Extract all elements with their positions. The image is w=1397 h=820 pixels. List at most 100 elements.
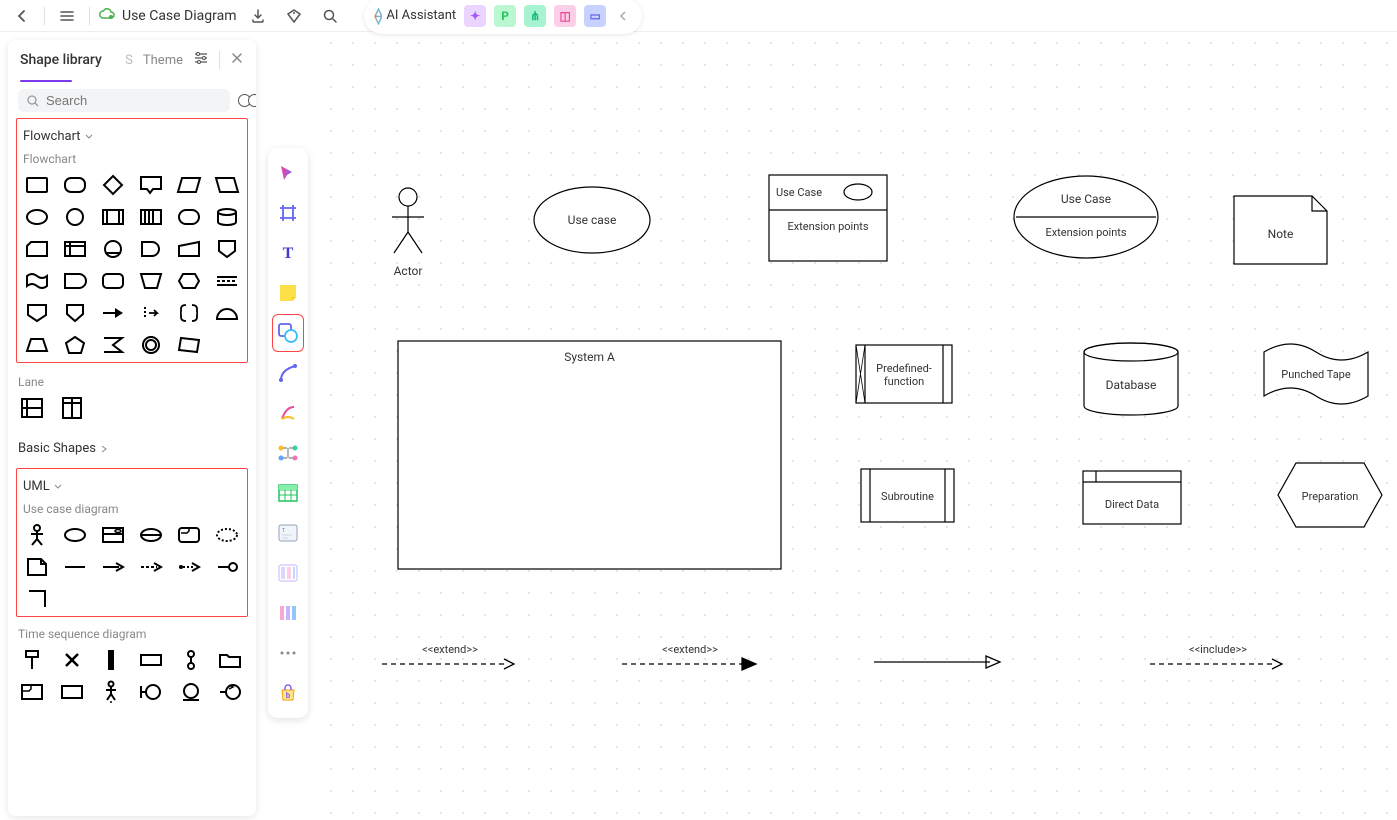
shape-lane-v[interactable] [56, 395, 88, 421]
shape-double-circle[interactable] [135, 332, 167, 358]
shape-tsd-destroy[interactable] [56, 647, 88, 673]
ai-chip-share[interactable]: ⋔ [524, 5, 546, 27]
tool-table[interactable] [272, 474, 304, 512]
search-button[interactable] [316, 2, 344, 30]
shape-alt-process[interactable] [97, 268, 129, 294]
menu-button[interactable] [53, 2, 81, 30]
shape-tsd-rect[interactable] [135, 647, 167, 673]
settings-icon[interactable] [193, 50, 209, 70]
back-button[interactable] [8, 2, 36, 30]
shape-predef[interactable] [97, 204, 129, 230]
canvas-note[interactable]: Note [1233, 195, 1328, 268]
tab-theme[interactable]: Theme [143, 53, 183, 68]
shape-parallelogram-alt[interactable] [211, 172, 243, 198]
shape-lines[interactable] [211, 268, 243, 294]
shape-rounded-rect[interactable] [59, 172, 91, 198]
shape-uml-ucbox[interactable] [97, 522, 129, 548]
tool-frame[interactable] [272, 194, 304, 232]
canvas-ucbox[interactable]: Use Case Extension points [768, 174, 888, 265]
shape-tsd-boundary[interactable] [135, 679, 167, 705]
shape-semi[interactable] [211, 300, 243, 326]
tag-button[interactable] [280, 2, 308, 30]
tab-shortcut[interactable]: S [125, 53, 133, 68]
shape-uml-depend[interactable] [135, 554, 167, 580]
tool-columns[interactable] [272, 594, 304, 632]
canvas-system-a[interactable]: System A [397, 340, 782, 573]
shape-uml-assoc-arrow[interactable] [97, 554, 129, 580]
ai-chip-chat[interactable]: ▭ [584, 5, 606, 27]
shape-uml-interface[interactable] [211, 554, 243, 580]
shape-uml-actor[interactable] [21, 522, 53, 548]
canvas-actor[interactable]: Actor [388, 187, 428, 278]
shape-shield[interactable] [59, 300, 91, 326]
ai-assistant-label[interactable]: ⟠ AI Assistant [374, 6, 456, 25]
tool-sections[interactable] [272, 554, 304, 592]
shape-offpage[interactable] [211, 236, 243, 262]
shape-bracket[interactable] [173, 300, 205, 326]
shape-tsd-rect2[interactable] [56, 679, 88, 705]
shape-tsd-frame[interactable] [16, 679, 48, 705]
shape-uml-corner[interactable] [21, 586, 53, 612]
shape-tsd-control[interactable] [214, 679, 246, 705]
shape-tsd-actor[interactable] [95, 679, 127, 705]
shape-tape[interactable] [21, 268, 53, 294]
tool-pointer[interactable] [272, 154, 304, 192]
close-panel-icon[interactable] [230, 51, 244, 69]
canvas-ucell[interactable]: Use Case Extension points [1012, 174, 1160, 263]
shape-ellipse[interactable] [21, 204, 53, 230]
canvas-extend2[interactable]: <<extend>> [620, 643, 760, 675]
shape-manual-op[interactable] [135, 268, 167, 294]
shape-delay[interactable] [59, 268, 91, 294]
canvas-assoc-arrow[interactable] [872, 654, 1002, 673]
shape-internal[interactable] [59, 236, 91, 262]
shape-uml-frame[interactable] [173, 522, 205, 548]
canvas-predef[interactable]: Predefined-function [855, 344, 953, 407]
shape-cylinder[interactable] [211, 204, 243, 230]
section-flowchart-title[interactable]: Flowchart [21, 123, 243, 150]
ai-chip-p[interactable]: P [494, 5, 516, 27]
shape-parallelogram[interactable] [173, 172, 205, 198]
search-box[interactable] [18, 89, 230, 112]
doc-title[interactable]: Use Case Diagram [122, 8, 236, 24]
canvas-punched[interactable]: Punched Tape [1262, 340, 1370, 411]
shape-tsd-lifeline[interactable] [16, 647, 48, 673]
shape-skew-rect[interactable] [173, 332, 205, 358]
shape-trapezoid[interactable] [21, 332, 53, 358]
shape-uml-assoc[interactable] [59, 554, 91, 580]
section-basic-title[interactable]: Basic Shapes [16, 435, 248, 462]
shape-tsd-entity[interactable] [175, 679, 207, 705]
shape-dshape[interactable] [135, 236, 167, 262]
shape-pentagon[interactable] [59, 332, 91, 358]
shape-hexagon[interactable] [173, 268, 205, 294]
shape-uml-note[interactable] [21, 554, 53, 580]
shape-arrow-right[interactable] [97, 300, 129, 326]
shape-uml-usecase[interactable] [59, 522, 91, 548]
shape-circle[interactable] [59, 204, 91, 230]
shape-stored[interactable] [135, 204, 167, 230]
shape-tsd-found[interactable] [175, 647, 207, 673]
tool-bag[interactable]: b [272, 674, 304, 712]
shape-callout[interactable] [135, 172, 167, 198]
shape-card[interactable] [21, 236, 53, 262]
shape-uml-dashed-ellipse[interactable] [211, 522, 243, 548]
canvas-subroutine[interactable]: Subroutine [860, 468, 955, 526]
tool-mindmap[interactable] [272, 434, 304, 472]
canvas-preparation[interactable]: Preparation [1276, 462, 1384, 531]
ai-chip-image[interactable]: ✦ [464, 5, 486, 27]
canvas-extend1[interactable]: <<extend>> [380, 643, 520, 675]
tool-shape[interactable] [272, 314, 304, 352]
shape-display-circ[interactable] [97, 236, 129, 262]
canvas-usecase[interactable]: Use case [532, 185, 652, 258]
search-input[interactable] [46, 93, 222, 108]
tool-more[interactable] [272, 634, 304, 672]
ai-collapse-button[interactable] [614, 2, 632, 30]
shape-quick-dropdown[interactable] [238, 94, 256, 107]
tool-sticky[interactable] [272, 274, 304, 312]
tool-pen[interactable] [272, 394, 304, 432]
shape-rect[interactable] [21, 172, 53, 198]
shape-sum[interactable] [97, 332, 129, 358]
shape-diamond[interactable] [97, 172, 129, 198]
shape-pentagon-down[interactable] [21, 300, 53, 326]
shape-tsd-activation[interactable] [95, 647, 127, 673]
shape-tsd-folder[interactable] [214, 647, 246, 673]
